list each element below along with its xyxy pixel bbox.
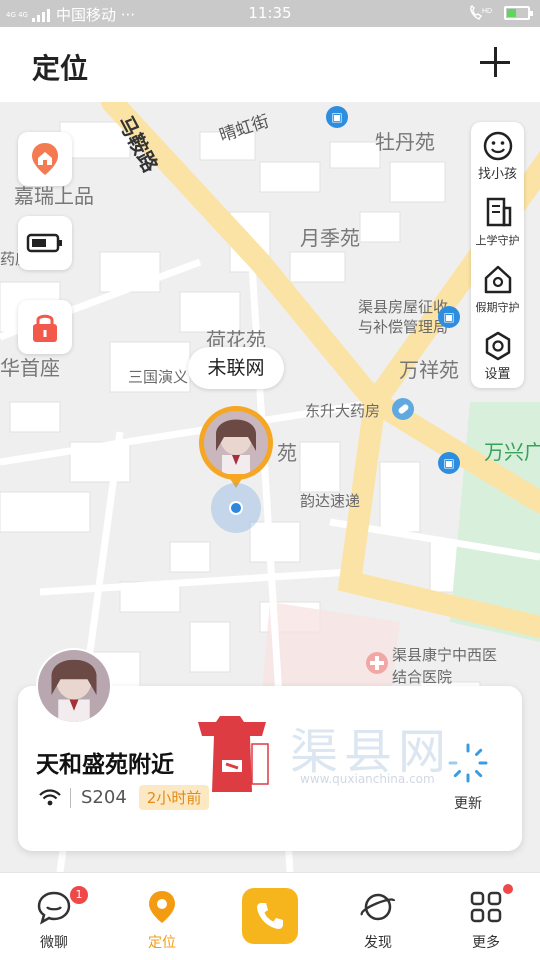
hospital-icon[interactable] <box>366 652 388 674</box>
device-id: S204 <box>81 787 127 808</box>
nav-label: 定位 <box>148 935 176 951</box>
status-right: HD <box>468 5 533 21</box>
page-title: 定位 <box>32 52 89 85</box>
lock-button[interactable] <box>18 300 72 354</box>
watermark-url: www.quxianchina.com <box>300 772 435 786</box>
lock-icon <box>33 314 57 342</box>
nav-item-location[interactable]: 定位 <box>108 873 216 960</box>
refresh-icon[interactable] <box>447 742 489 784</box>
card-meta: S204 2小时前 <box>38 785 210 810</box>
bus-stop-icon[interactable]: ▣ <box>326 106 348 128</box>
side-menu: 找小孩 上学守护 假期守护 设置 <box>471 122 524 388</box>
school-guard-button[interactable]: 上学守护 <box>471 188 524 254</box>
bus-stop-icon[interactable]: ▣ <box>438 306 460 328</box>
plus-icon[interactable] <box>480 47 512 79</box>
watermark-logo <box>198 716 269 792</box>
divider <box>70 787 71 808</box>
card-avatar[interactable] <box>36 648 112 724</box>
home-icon <box>32 143 58 175</box>
battery-icon <box>504 6 533 20</box>
map-label: 东升大药房 <box>305 402 381 420</box>
hd-call-icon: HD <box>470 5 492 20</box>
battery-button[interactable] <box>18 216 72 270</box>
notification-dot <box>503 884 513 894</box>
map-label: 结合医院 <box>392 668 453 686</box>
pin-tooltip: 未联网 <box>188 347 284 389</box>
map-label: 渠县康宁中西医 <box>392 646 498 664</box>
svg-text:HD: HD <box>482 8 492 15</box>
clock: 11:35 <box>248 4 292 22</box>
nav-item-discover[interactable]: 发现 <box>324 873 432 960</box>
map-label: 三国演义 <box>128 368 189 386</box>
holiday-guard-button[interactable]: 假期守护 <box>471 255 524 321</box>
map-label: 牡丹苑 <box>375 130 435 154</box>
side-menu-label: 上学守护 <box>475 234 520 247</box>
bus-stop-icon[interactable]: ▣ <box>438 452 460 474</box>
map-label: 万祥苑 <box>399 358 459 382</box>
nav-item-more[interactable]: 更多 <box>432 873 540 960</box>
holiday-guard-icon <box>484 265 512 294</box>
find-child-button[interactable]: 找小孩 <box>471 122 524 188</box>
map-label: 万兴广 <box>484 440 540 464</box>
settings-button[interactable]: 设置 <box>471 322 524 388</box>
current-location-dot <box>229 501 243 515</box>
side-menu-label: 假期守护 <box>475 301 520 314</box>
home-button[interactable] <box>18 132 72 186</box>
side-menu-label: 找小孩 <box>477 167 517 182</box>
nav-item-chat[interactable]: 1 微聊 <box>0 873 108 960</box>
school-guard-icon <box>486 197 512 227</box>
smiley-icon <box>483 131 513 161</box>
chat-icon <box>37 891 71 925</box>
map-label: 华首座 <box>0 356 60 380</box>
map-label: 渠县房屋征收 <box>358 298 449 316</box>
map-label: 月季苑 <box>300 226 360 250</box>
nav-label: 发现 <box>364 935 392 951</box>
status-bar: 4G 4G 中国移动 ··· 11:35 HD <box>0 0 540 27</box>
nav-label: 更多 <box>472 935 500 951</box>
map-label: 苑 <box>277 441 297 465</box>
battery-icon <box>26 233 62 253</box>
map-label: 与补偿管理局 <box>358 318 449 336</box>
app-header: 定位 <box>0 27 540 102</box>
nav-label: 微聊 <box>40 935 68 951</box>
call-button[interactable] <box>242 888 298 944</box>
phone-icon <box>257 903 283 929</box>
location-text: 天和盛苑附近 <box>36 752 174 778</box>
map-label: 韵达速递 <box>300 492 361 510</box>
settings-icon <box>485 331 511 361</box>
location-icon <box>149 891 175 923</box>
wifi-icon <box>39 788 61 805</box>
grid-icon <box>470 891 502 923</box>
child-location-pin[interactable] <box>199 406 273 488</box>
child-avatar <box>204 411 268 475</box>
pharmacy-icon[interactable] <box>392 398 414 420</box>
side-menu-label: 设置 <box>484 367 511 382</box>
refresh-label[interactable]: 更新 <box>448 793 488 813</box>
unread-badge: 1 <box>70 886 88 904</box>
planet-icon <box>360 893 396 921</box>
